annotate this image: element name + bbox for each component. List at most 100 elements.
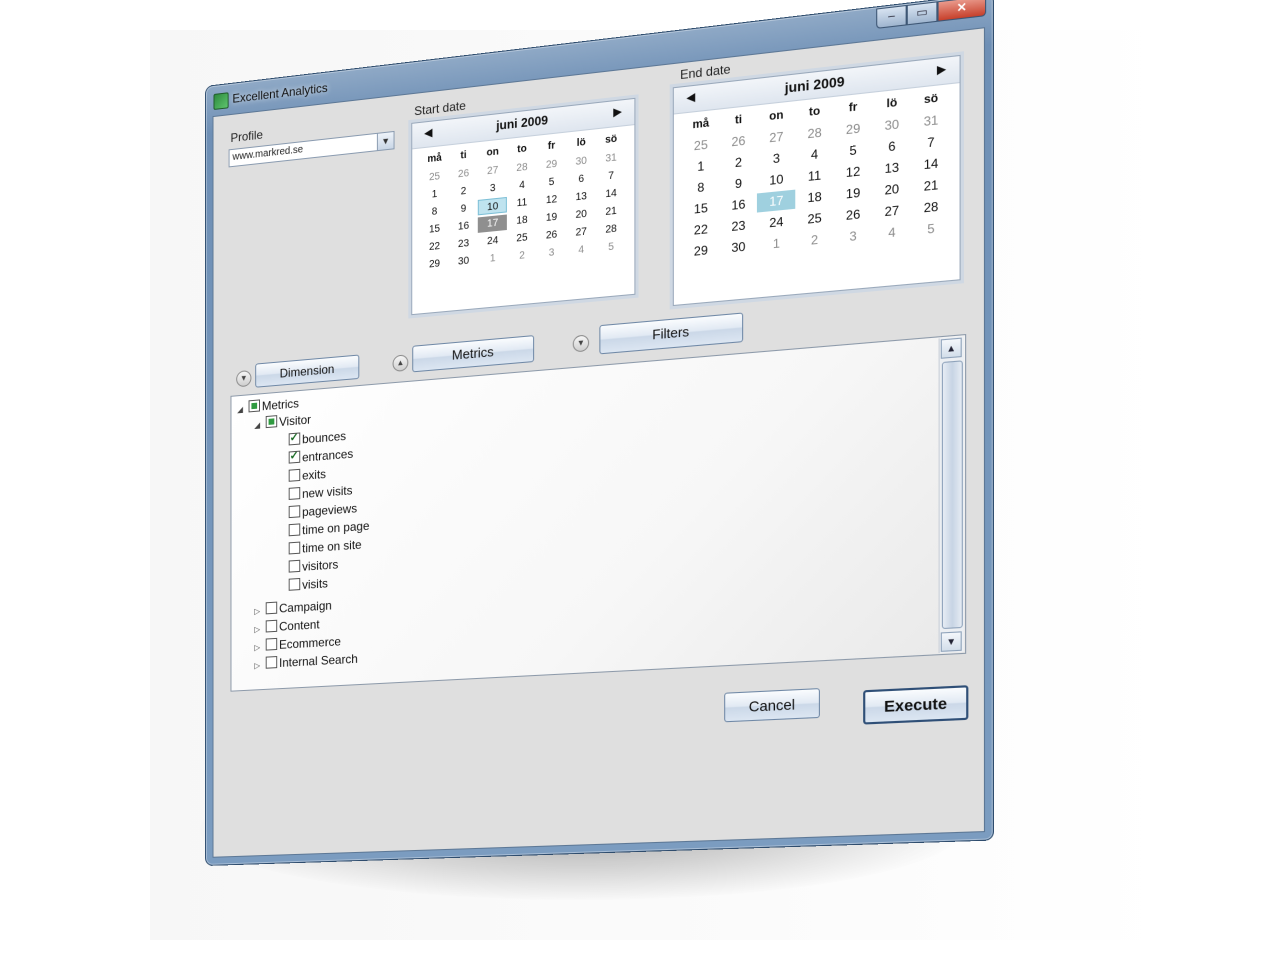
calendar-day[interactable]: 13 [566, 188, 596, 207]
collapsed-arrow-icon[interactable]: ▷ [254, 620, 265, 638]
calendar-day[interactable]: 9 [449, 200, 478, 218]
calendar-day[interactable]: 31 [596, 149, 626, 168]
calendar-day[interactable]: 4 [566, 241, 596, 259]
calendar-day[interactable]: 18 [795, 186, 833, 209]
tree-checkbox[interactable] [265, 656, 278, 669]
collapsed-arrow-icon[interactable]: ▷ [254, 657, 265, 675]
calendar-day[interactable]: 29 [537, 155, 567, 174]
calendar-day[interactable]: 2 [720, 151, 758, 174]
calendar-day[interactable]: 1 [757, 232, 795, 255]
dimension-button[interactable]: Dimension [255, 354, 360, 388]
calendar-day[interactable]: 25 [795, 207, 833, 230]
calendar-day[interactable]: 22 [420, 238, 449, 256]
calendar-day[interactable]: 1 [478, 250, 507, 268]
calendar-day[interactable]: 3 [834, 225, 873, 248]
tree-checkbox[interactable] [288, 541, 301, 555]
tree-checkbox[interactable] [265, 619, 278, 633]
calendar-day[interactable]: 19 [834, 182, 873, 205]
calendar-day[interactable]: 29 [420, 255, 449, 273]
calendar-day[interactable]: 25 [507, 229, 536, 247]
tree-checkbox[interactable] [288, 432, 301, 446]
tree-leaf-item[interactable]: visits [288, 575, 328, 595]
next-month-icon[interactable]: ▶ [937, 62, 946, 77]
calendar-day[interactable]: 30 [720, 236, 758, 259]
calendar-day[interactable]: 5 [911, 217, 950, 240]
tree-leaf-item[interactable]: time on site [288, 536, 362, 558]
calendar-day[interactable]: 5 [596, 238, 626, 257]
expanded-arrow-icon[interactable]: ◢ [254, 416, 265, 434]
tree-checkbox[interactable] [288, 468, 301, 482]
calendar-day[interactable]: 2 [507, 247, 536, 265]
calendar-day[interactable]: 19 [537, 208, 567, 227]
calendar-day[interactable]: 1 [420, 185, 449, 203]
scroll-down-icon[interactable]: ▼ [940, 631, 962, 652]
tree-checkbox[interactable] [288, 523, 301, 537]
calendar-day[interactable]: 25 [682, 134, 719, 157]
calendar-day[interactable]: 29 [834, 117, 873, 140]
calendar-day[interactable]: 4 [507, 176, 536, 195]
tree-checkbox[interactable] [265, 601, 278, 615]
calendar-day[interactable]: 14 [911, 152, 950, 175]
calendar-day[interactable]: 3 [757, 147, 795, 170]
calendar-day[interactable]: 7 [596, 167, 626, 186]
expanded-arrow-icon[interactable]: ◢ [237, 400, 248, 418]
calendar-day[interactable]: 9 [720, 172, 758, 195]
calendar-day[interactable]: 17 [757, 189, 796, 213]
calendar-day[interactable]: 26 [537, 226, 567, 244]
calendar-day[interactable]: 25 [420, 168, 449, 186]
calendar-day[interactable]: 28 [795, 122, 833, 145]
calendar-day[interactable]: 5 [834, 139, 873, 162]
calendar-day[interactable]: 6 [872, 135, 911, 158]
tree-checkbox[interactable] [288, 505, 301, 519]
calendar-day[interactable]: 27 [757, 126, 795, 149]
calendar-day[interactable]: 6 [566, 170, 596, 189]
collapse-metrics-icon[interactable]: ▲ [392, 354, 409, 373]
calendar-day[interactable]: 18 [507, 211, 536, 229]
calendar-day[interactable]: 26 [720, 130, 758, 153]
calendar-day[interactable]: 10 [757, 168, 795, 191]
tree-checkbox[interactable] [288, 487, 301, 500]
calendar-day[interactable]: 2 [795, 229, 833, 252]
calendar-day[interactable]: 4 [872, 221, 911, 244]
calendar-day[interactable]: 31 [911, 109, 950, 133]
next-month-icon[interactable]: ▶ [613, 105, 622, 120]
calendar-day[interactable]: 13 [872, 156, 911, 179]
tree-leaf-item[interactable]: entrances [288, 446, 353, 468]
calendar-day[interactable]: 30 [566, 152, 596, 171]
calendar-day[interactable]: 14 [596, 185, 626, 204]
tree-node-visitor[interactable]: ◢ Visitor [254, 411, 311, 433]
calendar-day[interactable]: 27 [872, 199, 911, 222]
vertical-scrollbar[interactable]: ▲ ▼ [938, 336, 964, 654]
tree-checkbox[interactable] [248, 399, 260, 413]
calendar-day[interactable]: 7 [911, 131, 950, 155]
calendar-day[interactable]: 16 [720, 193, 758, 216]
scroll-up-icon[interactable]: ▲ [940, 337, 962, 359]
tree-checkbox[interactable] [265, 637, 278, 651]
calendar-day[interactable]: 1 [682, 155, 719, 178]
calendar-day[interactable]: 3 [478, 179, 507, 198]
calendar-day[interactable]: 21 [596, 202, 626, 221]
calendar-day[interactable]: 29 [682, 240, 719, 263]
calendar-day[interactable]: 10 [478, 196, 508, 216]
minimize-button[interactable]: – [876, 4, 907, 29]
tree-leaf-item[interactable]: exits [288, 466, 326, 486]
collapsed-arrow-icon[interactable]: ▷ [254, 639, 265, 657]
chevron-down-icon[interactable]: ▼ [376, 132, 394, 151]
calendar-day[interactable]: 4 [795, 143, 833, 166]
calendar-day[interactable]: 24 [478, 232, 507, 250]
tree-checkbox[interactable] [288, 559, 301, 573]
calendar-day[interactable]: 23 [449, 235, 478, 253]
calendar-day[interactable]: 11 [795, 164, 833, 187]
calendar-day[interactable]: 3 [537, 244, 567, 262]
calendar-day[interactable]: 20 [566, 205, 596, 224]
tree-checkbox[interactable] [288, 450, 301, 464]
expand-filters-icon[interactable]: ▼ [572, 334, 590, 353]
calendar-day[interactable]: 27 [478, 162, 507, 181]
filters-button[interactable]: Filters [599, 312, 744, 355]
tree-checkbox[interactable] [265, 415, 278, 429]
scrollbar-thumb[interactable] [941, 360, 963, 630]
expand-dimension-icon[interactable]: ▼ [236, 369, 252, 388]
calendar-day[interactable]: 15 [420, 220, 449, 238]
calendar-day[interactable]: 21 [911, 174, 950, 197]
execute-button[interactable]: Execute [863, 685, 969, 725]
